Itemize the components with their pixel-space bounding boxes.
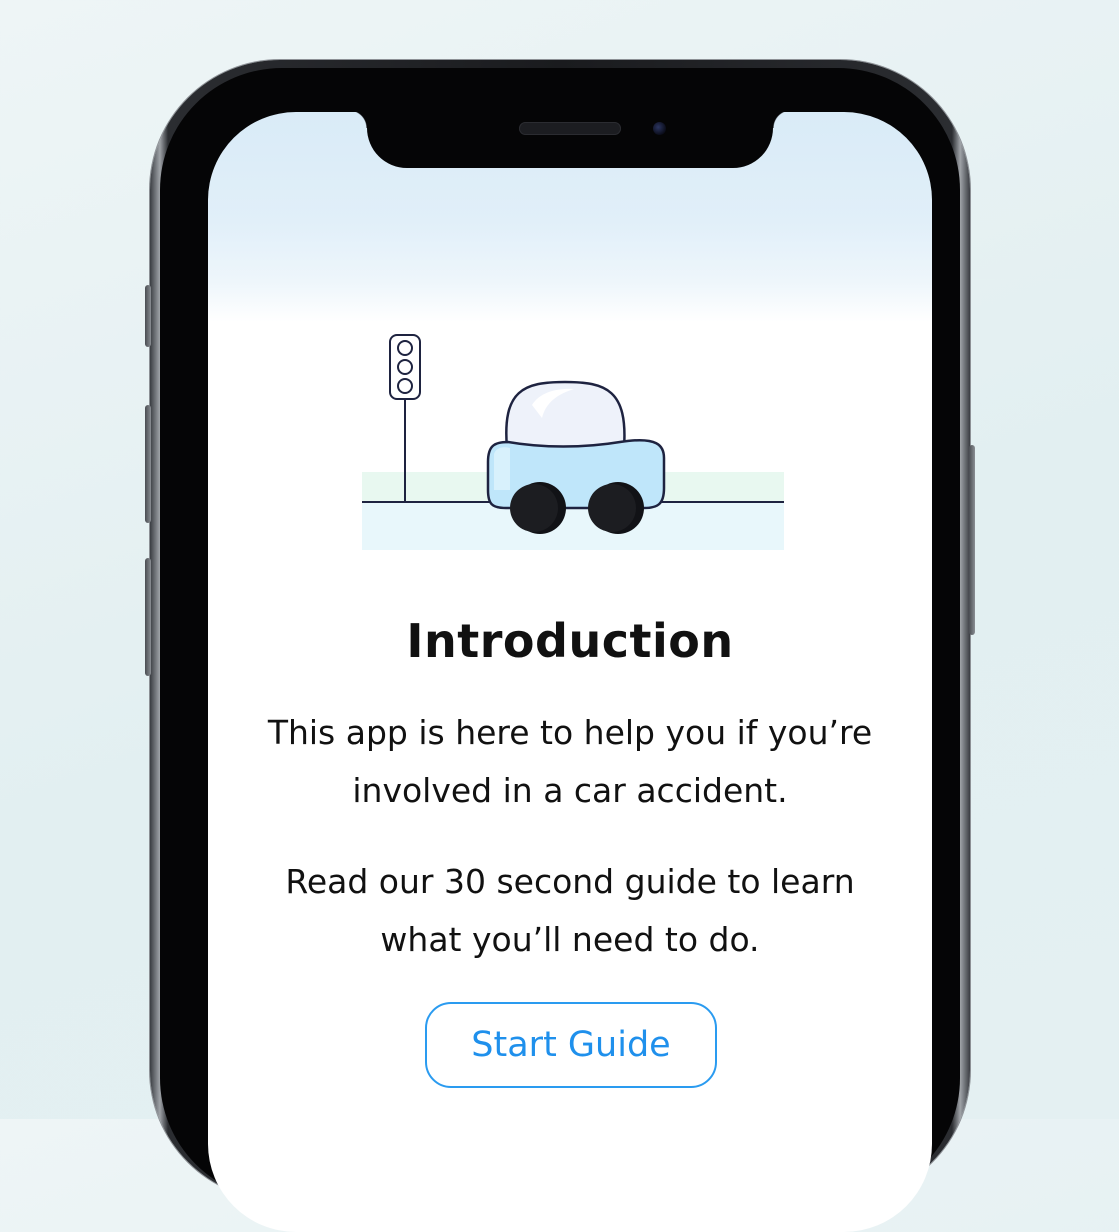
phone-bezel: Introduction This app is here to help yo… — [160, 68, 960, 1232]
front-camera-icon — [653, 122, 666, 135]
app-screen: Introduction This app is here to help yo… — [208, 112, 932, 1232]
earpiece-speaker — [519, 122, 621, 135]
volume-up-button — [145, 405, 151, 523]
silent-switch — [145, 285, 151, 347]
phone-frame: Introduction This app is here to help yo… — [145, 60, 975, 1232]
intro-text: This app is here to help you if you’re i… — [267, 713, 873, 810]
car-illustration — [362, 334, 784, 550]
notch — [349, 112, 791, 168]
volume-down-button — [145, 558, 151, 676]
guide-text: Read our 30 second guide to learn what y… — [285, 862, 855, 959]
start-guide-button[interactable]: Start Guide — [425, 1002, 717, 1088]
power-button — [969, 445, 975, 635]
page-title: Introduction — [406, 614, 734, 668]
